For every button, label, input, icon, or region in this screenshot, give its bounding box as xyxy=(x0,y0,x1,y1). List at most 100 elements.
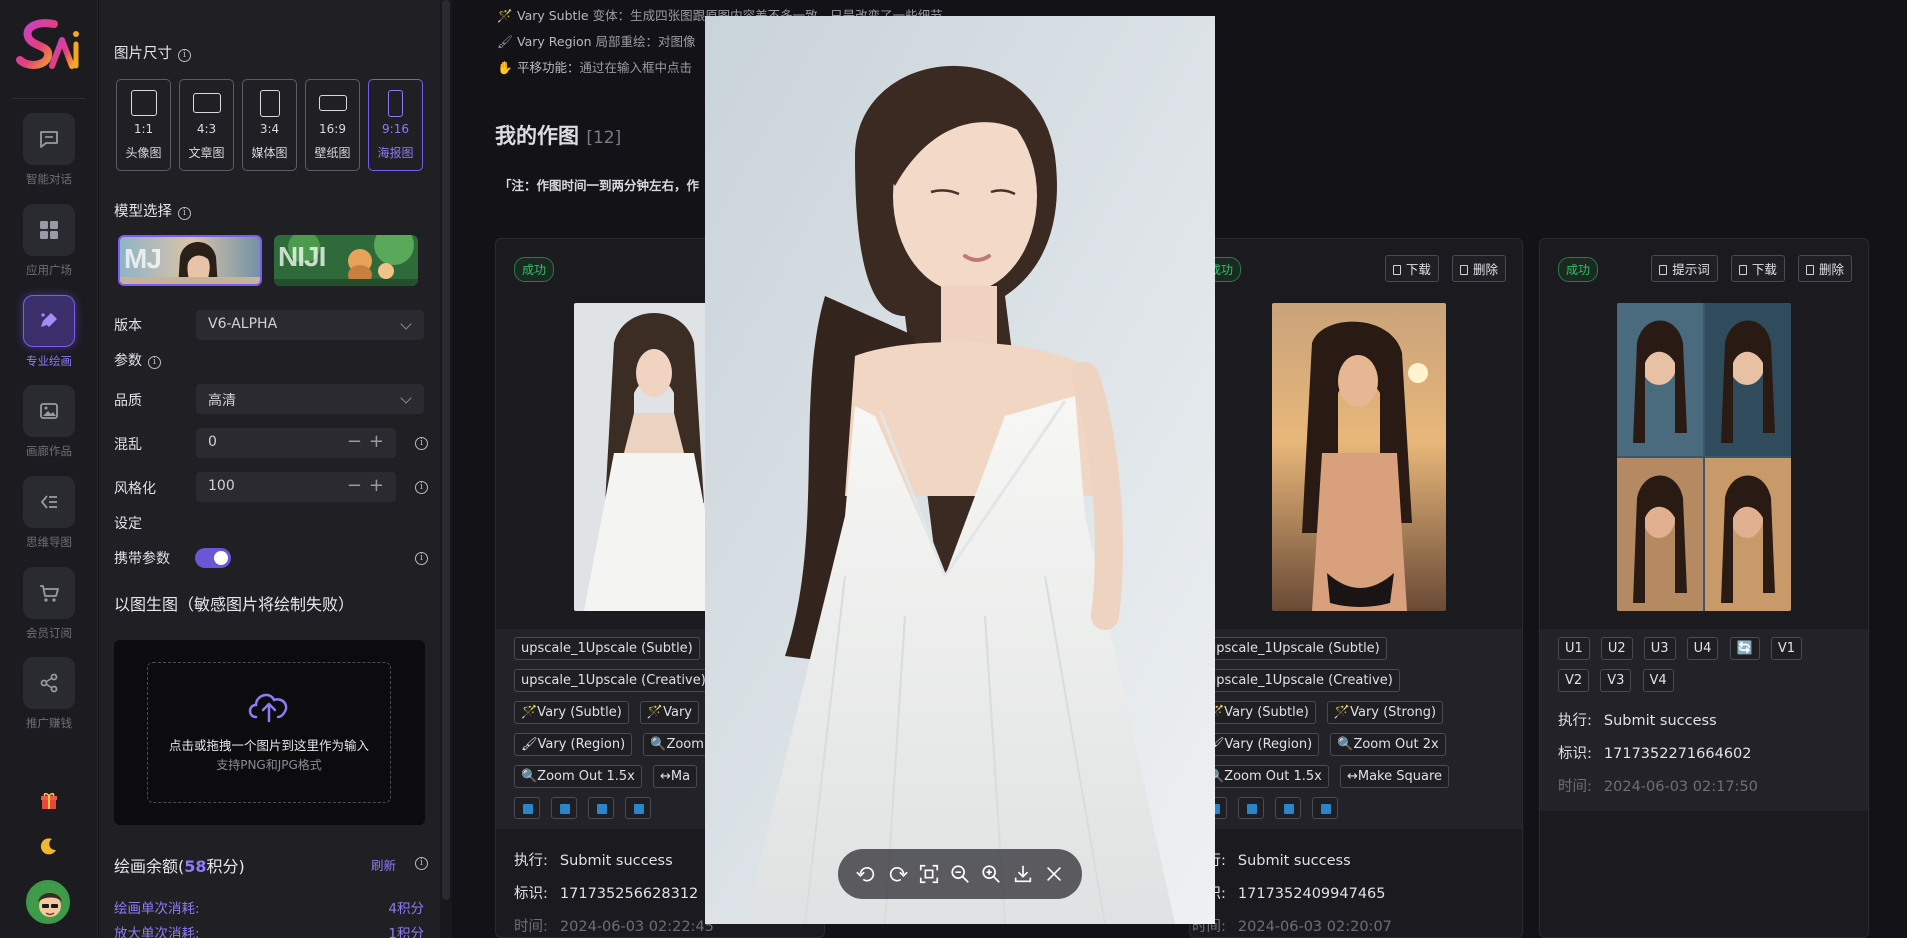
vary-subtle-button[interactable]: 🪄Vary (Subtle) xyxy=(514,701,629,724)
rail-item-pro-drawing[interactable]: 专业绘画 xyxy=(0,295,98,375)
plus-icon[interactable]: + xyxy=(369,476,384,496)
image-preview[interactable] xyxy=(705,16,1215,924)
model-card-mj[interactable]: MJ xyxy=(118,235,262,286)
prompt-button[interactable]: 提示词 xyxy=(1651,255,1718,282)
upload-dropzone[interactable]: 点击或拖拽一个图片到这里作为输入 支持PNG和JPG格式 xyxy=(114,640,425,825)
rail-label: 智能对话 xyxy=(26,172,72,186)
chevron-down-icon xyxy=(400,318,412,330)
upscale-subtle-button[interactable]: upscale_1Upscale (Subtle) xyxy=(1201,637,1387,660)
work-thumbnail[interactable] xyxy=(1617,303,1791,611)
zoom-in-icon[interactable] xyxy=(978,861,1004,887)
pan-up-icon[interactable] xyxy=(588,797,615,819)
pan-right-icon[interactable] xyxy=(551,797,578,819)
size-option-16-9[interactable]: 16:9 壁纸图 xyxy=(305,79,360,171)
upscale-subtle-button[interactable]: upscale_1Upscale (Subtle) xyxy=(514,637,700,660)
info-icon[interactable]: i xyxy=(178,49,191,62)
info-icon[interactable]: i xyxy=(415,552,428,565)
size-name: 海报图 xyxy=(377,146,414,160)
delete-button[interactable]: 删除 xyxy=(1451,255,1506,282)
vary-region-button[interactable]: 🖌Vary (Region) xyxy=(514,733,633,756)
rail-item-gallery[interactable]: 画廊作品 xyxy=(0,385,98,465)
pan-left-icon[interactable] xyxy=(514,797,540,819)
rail-label: 专业绘画 xyxy=(26,354,72,368)
rotate-right-icon[interactable] xyxy=(885,861,911,887)
carry-params-toggle[interactable] xyxy=(195,548,231,568)
pan-down-icon[interactable] xyxy=(625,797,652,819)
zoom-out-2x-button[interactable]: 🔍Zoom xyxy=(643,733,711,756)
variation-v1-button[interactable]: V1 xyxy=(1770,637,1803,660)
square-shape-icon xyxy=(130,90,157,116)
size-option-1-1[interactable]: 1:1 头像图 xyxy=(116,79,171,171)
upscale-u4-button[interactable]: U4 xyxy=(1686,637,1719,660)
plus-icon[interactable]: + xyxy=(369,432,384,452)
version-select[interactable]: V6-ALPHA xyxy=(196,310,424,340)
size-name: 文章图 xyxy=(188,146,225,160)
pan-right-icon[interactable] xyxy=(1238,797,1265,819)
upscale-u1-button[interactable]: U1 xyxy=(1558,637,1590,660)
size-ratio: 16:9 xyxy=(319,122,346,136)
info-icon[interactable]: i xyxy=(148,356,161,369)
rail-divider xyxy=(12,98,85,99)
rail-item-apps[interactable]: 应用广场 xyxy=(0,204,98,284)
info-icon[interactable]: i xyxy=(415,481,428,494)
zoom-out-1-5x-button[interactable]: 🔍Zoom Out 1.5x xyxy=(514,765,642,788)
minus-icon[interactable]: − xyxy=(347,432,362,452)
chaos-stepper[interactable]: 0 − + xyxy=(196,428,396,458)
vary-region-button[interactable]: 🖌Vary (Region) xyxy=(1201,733,1320,756)
make-square-button[interactable]: ↔Ma xyxy=(652,765,698,788)
quality-select[interactable]: 高清 xyxy=(196,384,424,414)
app-grid-icon xyxy=(23,204,75,256)
work-thumbnail[interactable] xyxy=(1272,303,1446,611)
info-icon[interactable]: i xyxy=(415,437,428,450)
rail-item-chat[interactable]: 智能对话 xyxy=(0,113,98,193)
pan-down-icon[interactable] xyxy=(1312,797,1339,819)
rail-item-membership[interactable]: 会员订阅 xyxy=(0,567,98,647)
close-icon[interactable] xyxy=(1041,861,1067,887)
variation-v3-button[interactable]: V3 xyxy=(1600,669,1632,692)
rail-label: 思维导图 xyxy=(26,535,72,549)
upscale-u2-button[interactable]: U2 xyxy=(1600,637,1633,660)
zoom-out-1-5x-button[interactable]: 🔍Zoom Out 1.5x xyxy=(1201,765,1329,788)
reroll-icon[interactable]: 🔄 xyxy=(1729,637,1760,660)
download-icon[interactable] xyxy=(1010,861,1036,887)
stylize-stepper[interactable]: 100 − + xyxy=(196,472,396,502)
download-button[interactable]: 下载 xyxy=(1730,255,1785,282)
info-icon[interactable]: i xyxy=(178,207,191,220)
delete-button[interactable]: 删除 xyxy=(1797,255,1852,282)
meta-key: 标识: xyxy=(514,886,548,902)
variation-v2-button[interactable]: V2 xyxy=(1558,669,1590,692)
rotate-left-icon[interactable] xyxy=(853,861,879,887)
zoom-out-2x-button[interactable]: 🔍Zoom Out 2x xyxy=(1330,733,1446,756)
panel-scrollbar[interactable] xyxy=(442,0,450,900)
icon-rail: 智能对话 应用广场 专业绘画 画廊作品 思维导图 会员订阅 推广赚钱 xyxy=(0,0,98,938)
upscale-creative-button[interactable]: upscale_1Upscale (Creative) xyxy=(514,669,713,692)
rail-item-mindmap[interactable]: 思维导图 xyxy=(0,476,98,556)
upload-area[interactable]: 点击或拖拽一个图片到这里作为输入 支持PNG和JPG格式 xyxy=(147,662,391,803)
model-card-niji[interactable]: NIJI xyxy=(274,235,418,286)
vary-subtle-button[interactable]: 🪄Vary (Subtle) xyxy=(1201,701,1316,724)
rail-item-referral[interactable]: 推广赚钱 xyxy=(0,657,98,737)
upscale-creative-button[interactable]: upscale_1Upscale (Creative) xyxy=(1201,669,1400,692)
works-title: 我的作图 [12] xyxy=(495,120,621,150)
size-option-3-4[interactable]: 3:4 媒体图 xyxy=(242,79,297,171)
variation-v4-button[interactable]: V4 xyxy=(1642,669,1674,692)
action-label: 提示词 xyxy=(1672,262,1710,277)
card-actions: 下载 删除 xyxy=(1377,255,1506,282)
download-button[interactable]: 下载 xyxy=(1384,255,1439,282)
pan-up-icon[interactable] xyxy=(1275,797,1302,819)
make-square-button[interactable]: ↔Make Square xyxy=(1339,765,1450,788)
minus-icon[interactable]: − xyxy=(347,476,362,496)
vary-strong-button[interactable]: 🪄Vary xyxy=(639,701,699,724)
size-option-9-16[interactable]: 9:16 海报图 xyxy=(368,79,423,171)
fit-screen-icon[interactable] xyxy=(916,861,942,887)
wide-shape-icon xyxy=(318,95,347,111)
app-logo[interactable] xyxy=(14,16,80,78)
meta-key: 时间: xyxy=(1558,779,1592,795)
size-option-4-3[interactable]: 4:3 文章图 xyxy=(179,79,234,171)
upscale-u3-button[interactable]: U3 xyxy=(1643,637,1676,660)
vary-strong-button[interactable]: 🪄Vary (Strong) xyxy=(1326,701,1444,724)
avatar[interactable] xyxy=(26,880,70,924)
zoom-out-icon[interactable] xyxy=(947,861,973,887)
moon-icon[interactable] xyxy=(36,833,62,859)
gift-icon[interactable] xyxy=(36,788,62,814)
